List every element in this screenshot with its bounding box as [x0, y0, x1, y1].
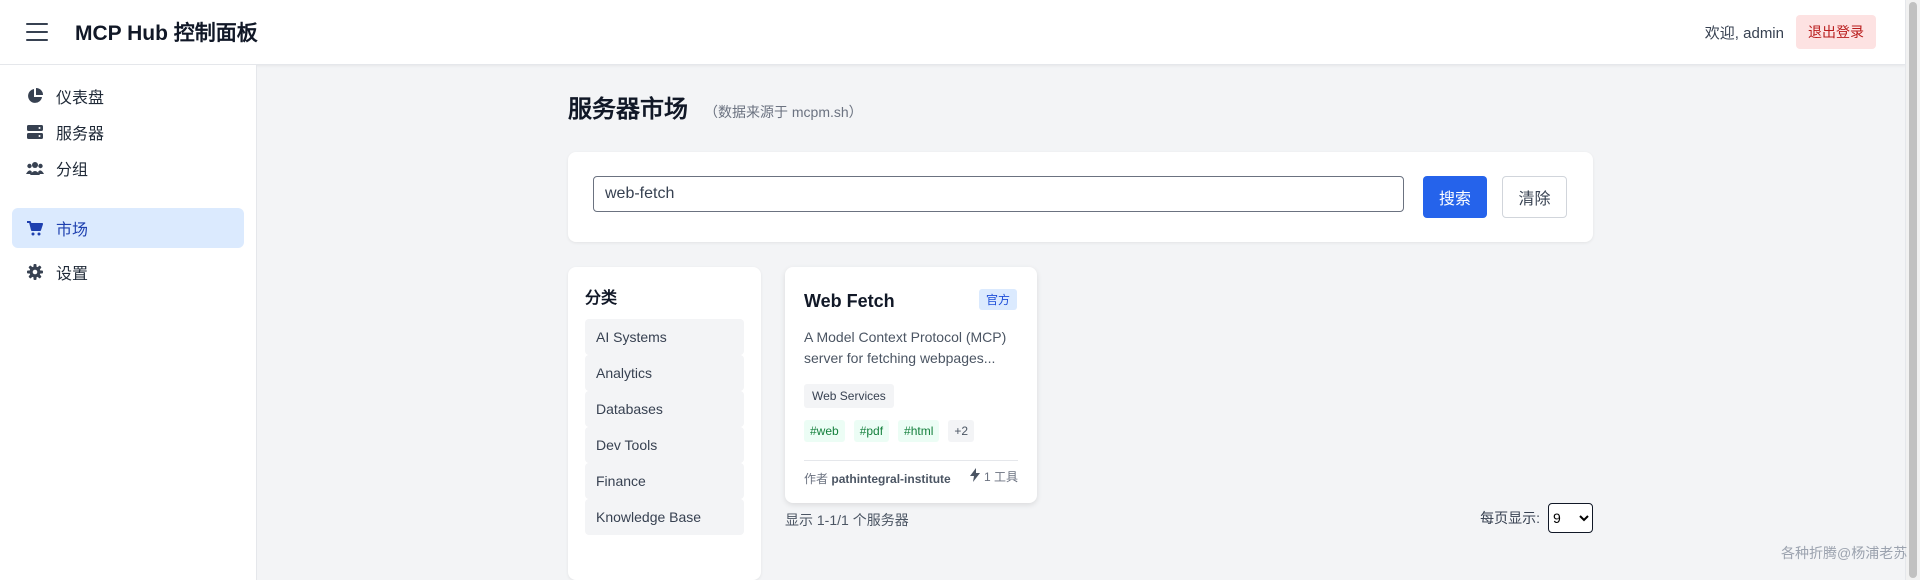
scrollbar-thumb[interactable] — [1909, 2, 1917, 578]
server-author: 作者 pathintegral-institute — [804, 470, 951, 487]
sidebar-item-label: 分组 — [56, 162, 89, 179]
per-page-select[interactable]: 9 — [1548, 503, 1593, 533]
hamburger-menu-icon[interactable] — [26, 23, 48, 41]
category-item-finance[interactable]: Finance — [585, 463, 744, 499]
search-button[interactable]: 搜索 — [1423, 176, 1487, 218]
author-prefix: 作者 — [804, 472, 829, 486]
tag: #html — [898, 420, 940, 442]
sidebar-item-label: 市场 — [56, 222, 89, 239]
server-icon — [26, 123, 44, 141]
category-item-ai-systems[interactable]: AI Systems — [585, 319, 744, 355]
clear-button[interactable]: 清除 — [1502, 176, 1567, 218]
watermark-text: 各种折腾@杨浦老苏 — [1781, 545, 1908, 561]
sidebar-item-groups[interactable]: 分组 — [12, 148, 244, 188]
sidebar-item-servers[interactable]: 服务器 — [12, 112, 244, 152]
sidebar-item-label: 仪表盘 — [56, 90, 105, 107]
per-page-label: 每页显示: — [1480, 510, 1540, 526]
sidebar-item-dashboard[interactable]: 仪表盘 — [12, 76, 244, 116]
gear-icon — [26, 263, 44, 281]
category-item-analytics[interactable]: Analytics — [585, 355, 744, 391]
author-name: pathintegral-institute — [831, 472, 951, 486]
page-scrollbar[interactable] — [1905, 0, 1920, 580]
category-title: 分类 — [585, 290, 618, 307]
server-card[interactable]: Web Fetch 官方 A Model Context Protocol (M… — [785, 267, 1037, 503]
sidebar-item-label: 设置 — [56, 266, 89, 283]
page-heading: 服务器市场 （数据来源于 mcpm.sh） — [568, 89, 863, 124]
server-category-chip: Web Services — [804, 384, 894, 408]
category-item-databases[interactable]: Databases — [585, 391, 744, 427]
more-tags-count: +2 — [948, 420, 975, 442]
dashboard-pie-icon — [26, 87, 44, 105]
card-divider — [804, 460, 1018, 461]
sidebar-item-settings[interactable]: 设置 — [12, 252, 244, 292]
users-group-icon — [26, 159, 44, 177]
server-tools: 1 工具 — [969, 468, 1018, 485]
tag: #web — [804, 420, 845, 442]
welcome-text: 欢迎, admin — [1704, 24, 1784, 42]
search-input[interactable] — [593, 176, 1404, 212]
header-user-area: 欢迎, admin 退出登录 — [1705, 0, 1876, 64]
per-page-control: 每页显示: 9 — [1480, 503, 1593, 533]
server-tags: #web #pdf #html +2 — [804, 420, 975, 442]
top-header: MCP Hub 控制面板 欢迎, admin 退出登录 — [0, 0, 1906, 65]
results-summary: 显示 1-1/1 个服务器 — [785, 512, 909, 528]
page-subtitle: （数据来源于 mcpm.sh） — [704, 104, 863, 120]
lightning-bolt-icon — [969, 468, 980, 485]
logout-button[interactable]: 退出登录 — [1796, 15, 1876, 49]
sidebar: 仪表盘 服务器 分组 市场 设置 — [0, 65, 257, 580]
tools-count: 1 工具 — [983, 470, 1018, 484]
search-card: 搜索 清除 — [568, 152, 1593, 242]
app-title: MCP Hub 控制面板 — [75, 22, 258, 45]
server-name: Web Fetch — [804, 291, 895, 311]
category-panel: 分类 AI Systems Analytics Databases Dev To… — [568, 267, 761, 580]
page-title: 服务器市场 — [568, 96, 688, 123]
tag: #pdf — [853, 420, 890, 442]
category-item-dev-tools[interactable]: Dev Tools — [585, 427, 744, 463]
sidebar-item-label: 服务器 — [56, 126, 105, 143]
shopping-cart-icon — [26, 219, 44, 237]
category-item-knowledge-base[interactable]: Knowledge Base — [585, 499, 744, 535]
official-badge: 官方 — [978, 289, 1017, 310]
sidebar-item-market[interactable]: 市场 — [12, 208, 244, 248]
server-description: A Model Context Protocol (MCP) server fo… — [804, 329, 1007, 366]
